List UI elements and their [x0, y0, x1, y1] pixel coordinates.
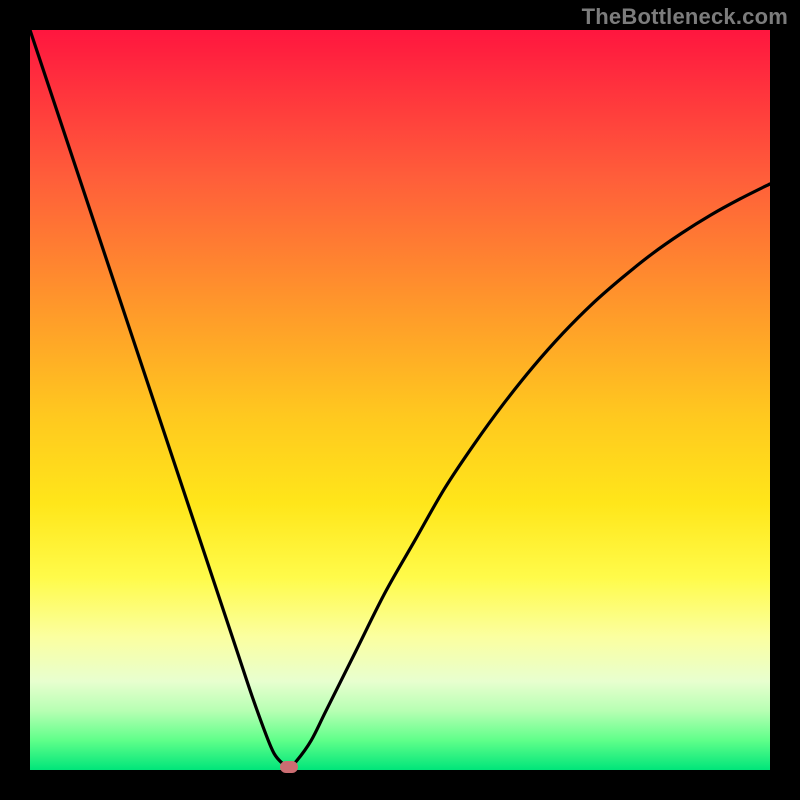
chart-frame: TheBottleneck.com — [0, 0, 800, 800]
optimum-marker — [280, 761, 298, 773]
curve-svg — [30, 30, 770, 770]
penalty-curve-path — [30, 30, 770, 767]
plot-area — [30, 30, 770, 770]
watermark-text: TheBottleneck.com — [582, 4, 788, 30]
